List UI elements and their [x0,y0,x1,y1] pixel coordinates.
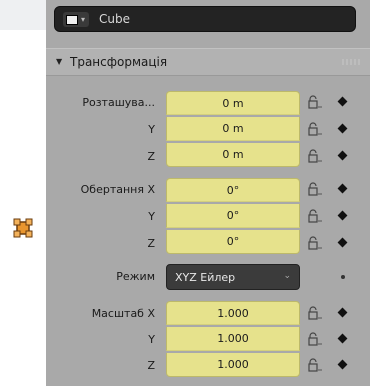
rotation-y-lock-icon[interactable] [307,208,323,223]
transform-section-header[interactable]: ▼ Трансформація [46,48,370,76]
rotation-mode-select[interactable]: XYZ Ейлер ⌄ [166,264,300,290]
rotation-y-label: Y [148,210,155,223]
object-name-field[interactable]: ▾ Cube [54,6,356,32]
location-z-label: Z [147,150,155,163]
location-z-lock-icon[interactable] [307,148,323,163]
rotation-y-field[interactable]: 0° [166,204,300,228]
object-name-text: Cube [99,12,130,26]
scale-z-lock-icon[interactable] [307,357,323,372]
rotation-x-lock-icon[interactable] [307,181,323,196]
rotation-z-label: Z [147,237,155,250]
transform-tool-icon[interactable] [11,216,35,240]
rotation-z-lock-icon[interactable] [307,235,323,250]
rotation-x-field[interactable]: 0° [166,178,300,202]
mesh-cube-icon [66,14,78,25]
location-x-field[interactable]: 0 m [166,91,300,115]
section-title: Трансформація [70,55,168,69]
collapse-triangle-icon: ▼ [56,57,63,66]
drag-grip-icon[interactable] [342,59,362,65]
location-label: Розташува... [82,96,155,109]
rotation-mode-value: XYZ Ейлер [175,271,236,284]
scale-y-field[interactable]: 1.000 [166,327,300,351]
chevron-down-icon: ⌄ [283,271,291,281]
rotation-z-field[interactable]: 0° [166,230,300,254]
viewport-block [0,0,46,30]
scale-y-lock-icon[interactable] [307,331,323,346]
rotation-x-label: Обертання X [80,183,155,196]
location-y-field[interactable]: 0 m [166,117,300,141]
rotation-mode-label: Режим [116,270,155,283]
viewport-edge [0,0,46,386]
chevron-down-icon: ▾ [81,15,86,24]
location-y-lock-icon[interactable] [307,121,323,136]
scale-x-lock-icon[interactable] [307,305,323,320]
location-x-lock-icon[interactable] [307,94,323,109]
mode-dot-icon [341,275,345,279]
scale-y-label: Y [148,333,155,346]
scale-z-field[interactable]: 1.000 [166,353,300,377]
location-z-field[interactable]: 0 m [166,143,300,167]
scale-x-label: Масштаб X [91,307,155,320]
location-y-label: Y [148,123,155,136]
scale-x-field[interactable]: 1.000 [166,301,300,325]
scale-z-label: Z [147,359,155,372]
object-type-selector[interactable]: ▾ [63,12,89,27]
